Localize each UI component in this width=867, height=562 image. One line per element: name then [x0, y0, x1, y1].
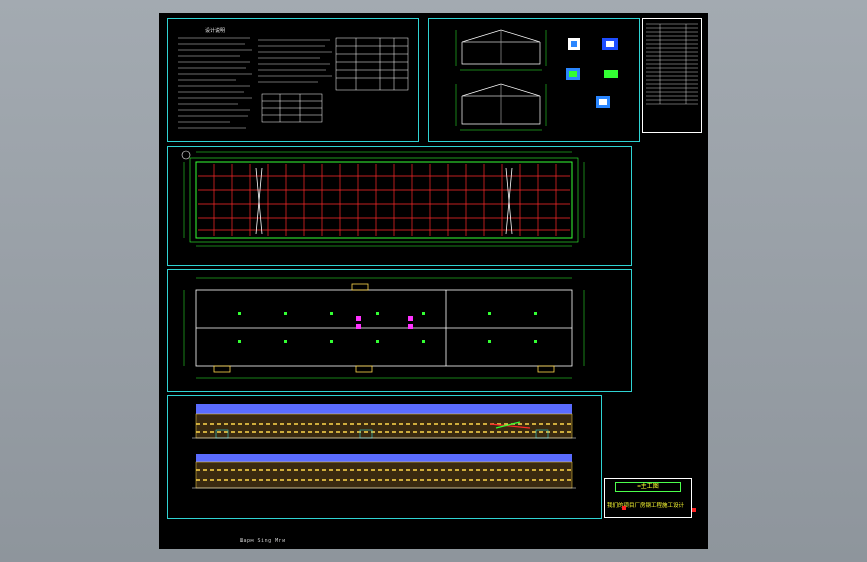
- section-upper: [461, 29, 541, 65]
- notes-table: [261, 93, 323, 123]
- stamp-title: =主工图: [615, 482, 681, 492]
- title-stamp: =主工图 我们的项目厂房钢工程施工设计: [604, 478, 692, 518]
- notes-block: [178, 37, 332, 129]
- cad-drawing-canvas: 设计说明: [178, 23, 698, 489]
- stamp-marker-left: [622, 506, 626, 510]
- floor-plan-outline: [195, 289, 573, 367]
- roof-plan-number-marker: [181, 150, 191, 160]
- floor-plan-columns: [238, 312, 537, 343]
- elevation-lower: [192, 454, 576, 489]
- material-table: [335, 37, 409, 91]
- index-table: [646, 23, 698, 105]
- detail-nodes: [566, 38, 618, 108]
- elevation-upper: [195, 404, 573, 439]
- roof-plan-axes: [183, 151, 585, 247]
- section-lower: [461, 83, 541, 125]
- roof-plan-grid: [198, 164, 570, 236]
- floor-plan-magenta-marks: [356, 316, 413, 329]
- stamp-subtitle: 我们的项目厂房钢工程施工设计: [607, 503, 685, 509]
- stamp-marker-right: [692, 508, 696, 512]
- sheet-footer-text: Шарм Sing Мги: [240, 538, 286, 544]
- cad-viewport[interactable]: 设计说明 =主工图 我们的项目厂房钢工程施工设计 Шарм Sing Мги: [0, 0, 867, 562]
- notes-heading: 设计说明: [205, 27, 225, 34]
- roof-plan-braces: [255, 167, 513, 235]
